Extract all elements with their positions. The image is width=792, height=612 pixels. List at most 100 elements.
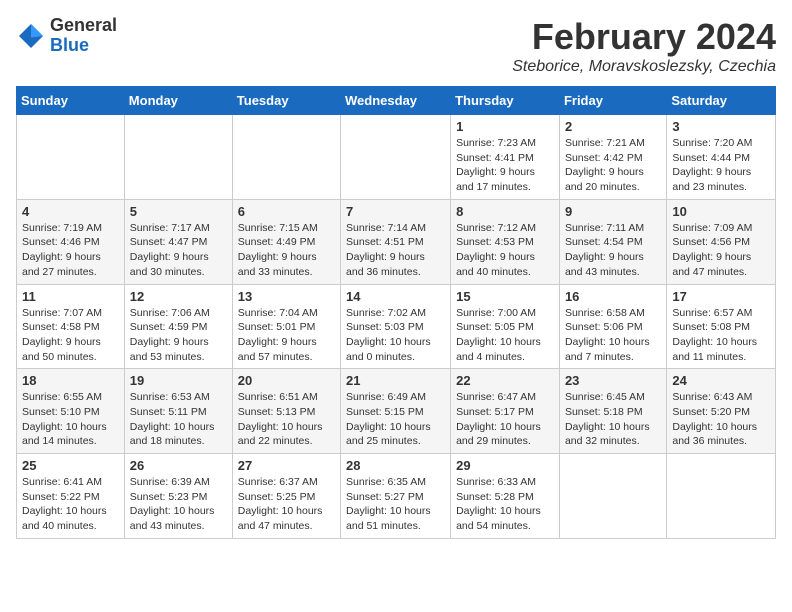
calendar-cell: 2Sunrise: 7:21 AM Sunset: 4:42 PM Daylig… xyxy=(559,115,666,200)
logo-blue-text: Blue xyxy=(50,36,117,56)
day-number: 27 xyxy=(238,458,335,473)
weekday-header: Saturday xyxy=(667,87,776,115)
day-info: Sunrise: 6:53 AM Sunset: 5:11 PM Dayligh… xyxy=(130,390,227,449)
day-number: 8 xyxy=(456,204,554,219)
day-number: 4 xyxy=(22,204,119,219)
day-number: 16 xyxy=(565,289,661,304)
calendar-cell: 27 Sunrise: 6:37 AM Sunset: 5:25 PM Dayli… xyxy=(232,454,340,539)
day-number: 19 xyxy=(130,373,227,388)
day-info: Sunrise: 7:11 AM Sunset: 4:54 PM Dayligh… xyxy=(565,221,661,280)
day-number: 3 xyxy=(672,119,770,134)
day-number: 6 xyxy=(238,204,335,219)
weekday-header: Friday xyxy=(559,87,666,115)
day-number: 9 xyxy=(565,204,661,219)
logo: General Blue xyxy=(16,16,117,56)
calendar-cell: 8Sunrise: 7:12 AM Sunset: 4:53 PM Daylig… xyxy=(451,199,560,284)
day-info: Sunrise: 7:07 AM Sunset: 4:58 PM Dayligh… xyxy=(22,306,119,365)
calendar-cell: 19 Sunrise: 6:53 AM Sunset: 5:11 PM Dayli… xyxy=(124,369,232,454)
day-info: Sunrise: 7:06 AM Sunset: 4:59 PM Dayligh… xyxy=(130,306,227,365)
weekday-header: Wednesday xyxy=(341,87,451,115)
calendar-cell xyxy=(667,454,776,539)
calendar-week-row: 1Sunrise: 7:23 AM Sunset: 4:41 PM Daylig… xyxy=(17,115,776,200)
day-info: Sunrise: 7:17 AM Sunset: 4:47 PM Dayligh… xyxy=(130,221,227,280)
day-info: Sunrise: 7:19 AM Sunset: 4:46 PM Dayligh… xyxy=(22,221,119,280)
calendar-cell: 5 Sunrise: 7:17 AM Sunset: 4:47 PM Daylig… xyxy=(124,199,232,284)
weekday-header: Monday xyxy=(124,87,232,115)
calendar-cell: 6 Sunrise: 7:15 AM Sunset: 4:49 PM Daylig… xyxy=(232,199,340,284)
logo-general-text: General xyxy=(50,16,117,36)
day-info: Sunrise: 7:23 AM Sunset: 4:41 PM Dayligh… xyxy=(456,136,554,195)
day-number: 22 xyxy=(456,373,554,388)
calendar-cell: 24 Sunrise: 6:43 AM Sunset: 5:20 PM Dayli… xyxy=(667,369,776,454)
calendar-week-row: 25 Sunrise: 6:41 AM Sunset: 5:22 PM Dayli… xyxy=(17,454,776,539)
day-info: Sunrise: 6:41 AM Sunset: 5:22 PM Dayligh… xyxy=(22,475,119,534)
day-info: Sunrise: 6:39 AM Sunset: 5:23 PM Dayligh… xyxy=(130,475,227,534)
calendar-cell xyxy=(232,115,340,200)
calendar-cell: 10 Sunrise: 7:09 AM Sunset: 4:56 PM Dayli… xyxy=(667,199,776,284)
day-info: Sunrise: 6:51 AM Sunset: 5:13 PM Dayligh… xyxy=(238,390,335,449)
calendar-subtitle: Steborice, Moravskoslezsky, Czechia xyxy=(512,58,776,76)
day-number: 12 xyxy=(130,289,227,304)
calendar-cell: 1Sunrise: 7:23 AM Sunset: 4:41 PM Daylig… xyxy=(451,115,560,200)
day-number: 18 xyxy=(22,373,119,388)
calendar-cell: 14 Sunrise: 7:02 AM Sunset: 5:03 PM Dayli… xyxy=(341,284,451,369)
calendar-cell: 22 Sunrise: 6:47 AM Sunset: 5:17 PM Dayli… xyxy=(451,369,560,454)
calendar-title: February 2024 xyxy=(512,16,776,58)
calendar-week-row: 18Sunrise: 6:55 AM Sunset: 5:10 PM Dayli… xyxy=(17,369,776,454)
day-info: Sunrise: 6:47 AM Sunset: 5:17 PM Dayligh… xyxy=(456,390,554,449)
calendar-header: SundayMondayTuesdayWednesdayThursdayFrid… xyxy=(17,87,776,115)
day-info: Sunrise: 6:43 AM Sunset: 5:20 PM Dayligh… xyxy=(672,390,770,449)
day-number: 2 xyxy=(565,119,661,134)
calendar-cell: 3Sunrise: 7:20 AM Sunset: 4:44 PM Daylig… xyxy=(667,115,776,200)
day-number: 14 xyxy=(346,289,445,304)
day-info: Sunrise: 6:58 AM Sunset: 5:06 PM Dayligh… xyxy=(565,306,661,365)
day-number: 25 xyxy=(22,458,119,473)
calendar-cell: 26 Sunrise: 6:39 AM Sunset: 5:23 PM Dayli… xyxy=(124,454,232,539)
day-number: 5 xyxy=(130,204,227,219)
logo-text: General Blue xyxy=(50,16,117,56)
calendar-cell: 12 Sunrise: 7:06 AM Sunset: 4:59 PM Dayli… xyxy=(124,284,232,369)
day-info: Sunrise: 7:09 AM Sunset: 4:56 PM Dayligh… xyxy=(672,221,770,280)
calendar-week-row: 4 Sunrise: 7:19 AM Sunset: 4:46 PM Daylig… xyxy=(17,199,776,284)
calendar-cell: 28Sunrise: 6:35 AM Sunset: 5:27 PM Dayli… xyxy=(341,454,451,539)
day-number: 11 xyxy=(22,289,119,304)
calendar-cell: 9 Sunrise: 7:11 AM Sunset: 4:54 PM Daylig… xyxy=(559,199,666,284)
day-info: Sunrise: 7:14 AM Sunset: 4:51 PM Dayligh… xyxy=(346,221,445,280)
logo-icon xyxy=(16,21,46,51)
day-number: 29 xyxy=(456,458,554,473)
day-number: 17 xyxy=(672,289,770,304)
day-info: Sunrise: 6:35 AM Sunset: 5:27 PM Dayligh… xyxy=(346,475,445,534)
day-info: Sunrise: 7:15 AM Sunset: 4:49 PM Dayligh… xyxy=(238,221,335,280)
weekday-header: Sunday xyxy=(17,87,125,115)
weekday-header: Tuesday xyxy=(232,87,340,115)
calendar-week-row: 11 Sunrise: 7:07 AM Sunset: 4:58 PM Dayli… xyxy=(17,284,776,369)
day-number: 23 xyxy=(565,373,661,388)
weekday-row: SundayMondayTuesdayWednesdayThursdayFrid… xyxy=(17,87,776,115)
day-number: 10 xyxy=(672,204,770,219)
day-info: Sunrise: 6:45 AM Sunset: 5:18 PM Dayligh… xyxy=(565,390,661,449)
weekday-header: Thursday xyxy=(451,87,560,115)
calendar-cell: 18Sunrise: 6:55 AM Sunset: 5:10 PM Dayli… xyxy=(17,369,125,454)
day-number: 24 xyxy=(672,373,770,388)
day-info: Sunrise: 7:02 AM Sunset: 5:03 PM Dayligh… xyxy=(346,306,445,365)
calendar-cell xyxy=(559,454,666,539)
header: General Blue February 2024 Steborice, Mo… xyxy=(16,16,776,76)
day-info: Sunrise: 7:00 AM Sunset: 5:05 PM Dayligh… xyxy=(456,306,554,365)
calendar-cell: 15 Sunrise: 7:00 AM Sunset: 5:05 PM Dayli… xyxy=(451,284,560,369)
calendar-cell: 20Sunrise: 6:51 AM Sunset: 5:13 PM Dayli… xyxy=(232,369,340,454)
day-number: 26 xyxy=(130,458,227,473)
day-info: Sunrise: 6:57 AM Sunset: 5:08 PM Dayligh… xyxy=(672,306,770,365)
day-number: 21 xyxy=(346,373,445,388)
calendar-cell: 25 Sunrise: 6:41 AM Sunset: 5:22 PM Dayli… xyxy=(17,454,125,539)
day-info: Sunrise: 6:37 AM Sunset: 5:25 PM Dayligh… xyxy=(238,475,335,534)
calendar-cell: 13Sunrise: 7:04 AM Sunset: 5:01 PM Dayli… xyxy=(232,284,340,369)
calendar-cell: 16 Sunrise: 6:58 AM Sunset: 5:06 PM Dayli… xyxy=(559,284,666,369)
title-section: February 2024 Steborice, Moravskoslezsky… xyxy=(512,16,776,76)
calendar-cell xyxy=(341,115,451,200)
day-number: 15 xyxy=(456,289,554,304)
calendar-cell: 29Sunrise: 6:33 AM Sunset: 5:28 PM Dayli… xyxy=(451,454,560,539)
calendar-cell: 21 Sunrise: 6:49 AM Sunset: 5:15 PM Dayli… xyxy=(341,369,451,454)
calendar-cell: 17 Sunrise: 6:57 AM Sunset: 5:08 PM Dayli… xyxy=(667,284,776,369)
day-info: Sunrise: 6:49 AM Sunset: 5:15 PM Dayligh… xyxy=(346,390,445,449)
day-number: 7 xyxy=(346,204,445,219)
